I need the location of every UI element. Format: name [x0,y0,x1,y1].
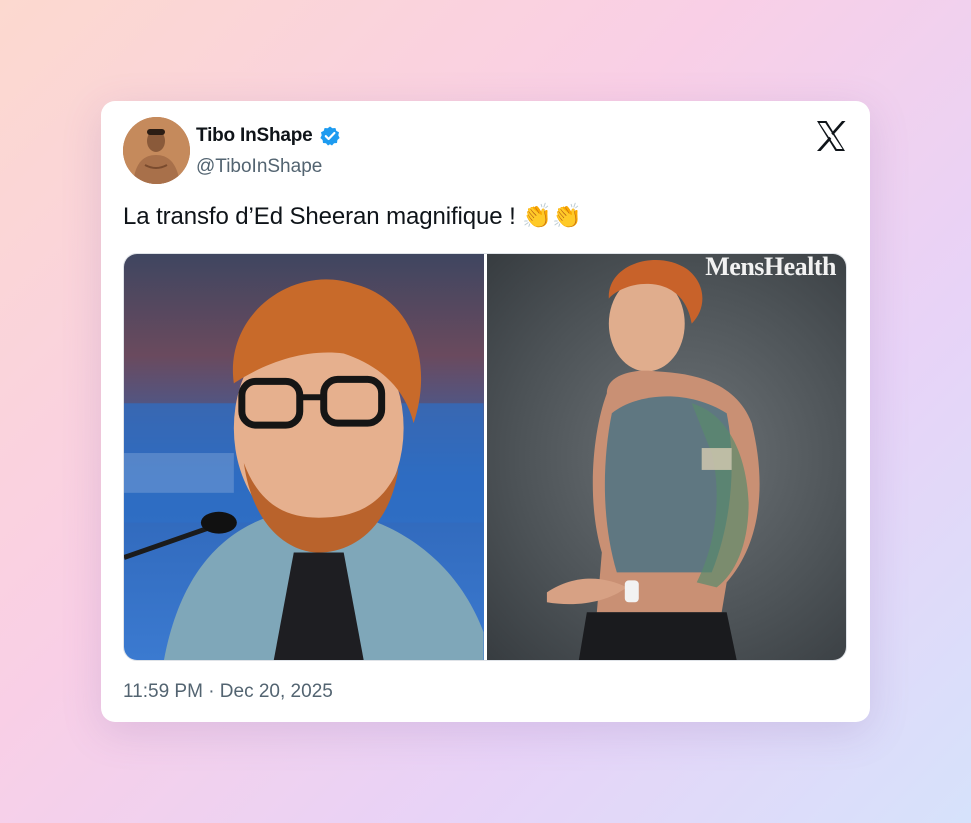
tweet-card: Tibo InShape @TiboInShape La transfo d’E… [101,101,870,722]
portrait-glasses-illustration [124,279,484,660]
media-photo-left[interactable] [124,254,484,660]
x-logo-icon[interactable] [814,119,848,153]
author-avatar[interactable] [123,117,190,184]
tweet-timestamp[interactable]: 11:59 PM · Dec 20, 2025 [123,681,333,703]
tweet-text: La transfo d’Ed Sheeran magnifique ! 👏👏 [123,203,582,230]
tweet-media-grid[interactable]: MensHealth [123,253,847,661]
media-photo-right[interactable]: MensHealth [486,254,846,660]
portrait-tattoo-illustration [546,260,760,660]
author-display-name[interactable]: Tibo InShape [196,125,313,147]
author-handle[interactable]: @TiboInShape [196,156,322,178]
magazine-masthead: MensHealth [705,254,836,281]
verified-badge-icon [319,126,340,146]
